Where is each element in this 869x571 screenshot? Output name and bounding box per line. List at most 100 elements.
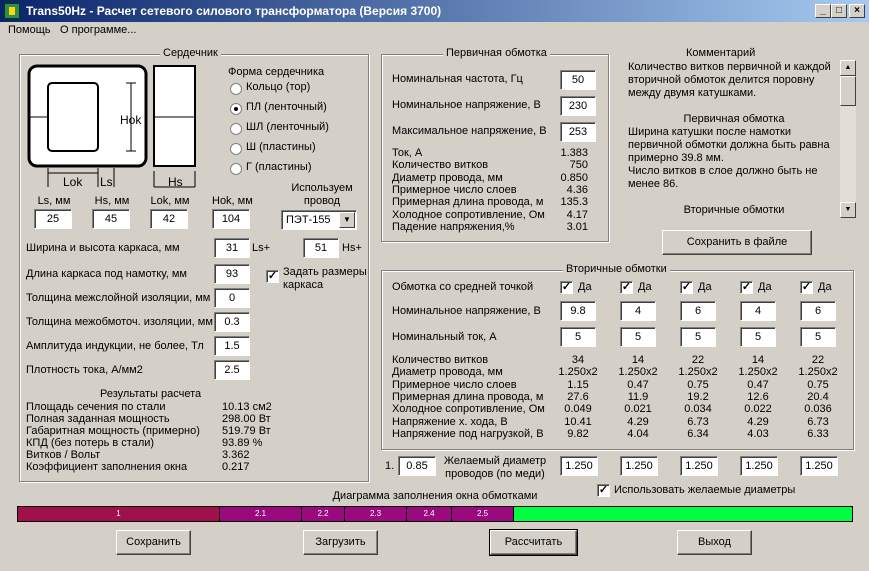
dimension-input[interactable]: 104 [212, 209, 250, 229]
shape-radio[interactable] [230, 103, 242, 115]
title-bar[interactable]: Trans50Hz - Расчет сетевого силового тра… [0, 0, 869, 22]
exit-button[interactable]: Выход [677, 530, 752, 555]
primary-result-label: Ток, А [392, 147, 423, 159]
param-input[interactable]: 1.5 [214, 336, 250, 356]
secondary-desired-diameter-input[interactable]: 1.250 [740, 456, 778, 476]
result-value: 519.79 Вт [222, 425, 271, 437]
secondary-voltage-label: Номинальное напряжение, В [392, 305, 541, 317]
secondary-result-value: 22 [811, 354, 825, 366]
calculate-button[interactable]: Рассчитать [489, 529, 578, 556]
center-tap-checkbox[interactable]: ✓ [680, 281, 693, 294]
frame-length-input[interactable]: 93 [214, 264, 250, 284]
secondary-voltage-input[interactable]: 6 [680, 301, 716, 321]
secondary-result-value: 0.47 [747, 378, 769, 391]
secondary-current-input[interactable]: 5 [740, 327, 776, 347]
secondary-result-label: Холодное сопротивление, Ом [392, 403, 545, 416]
secondary-voltage-input[interactable]: 9.8 [560, 301, 596, 321]
shape-radio[interactable] [230, 83, 242, 95]
secondary-result-label: Диаметр провода, мм [392, 366, 503, 379]
frame-height-input[interactable]: 51 [303, 238, 339, 258]
comment-scrollbar[interactable]: ▲ ▼ [840, 60, 856, 218]
secondary-current-input[interactable]: 5 [680, 327, 716, 347]
secondary-result-value: 4.04 [627, 427, 649, 440]
shape-radio[interactable] [230, 163, 242, 175]
wire-select[interactable]: ПЭТ-155 ▼ [281, 210, 357, 230]
secondary-desired-diameter-input[interactable]: 1.250 [680, 456, 718, 476]
fill-segment: 2.1 [220, 507, 302, 521]
close-button[interactable]: × [849, 4, 865, 18]
center-tap-checkbox[interactable]: ✓ [800, 281, 813, 294]
desired-prefix: 1. [385, 460, 395, 472]
param-input[interactable]: 0.3 [214, 312, 250, 332]
center-tap-checkbox[interactable]: ✓ [740, 281, 753, 294]
primary-input[interactable]: 253 [560, 122, 596, 142]
dimension-input[interactable]: 42 [150, 209, 188, 229]
load-button[interactable]: Загрузить [303, 530, 378, 555]
secondary-desired-diameter-input[interactable]: 1.250 [560, 456, 598, 476]
dimension-input[interactable]: 25 [34, 209, 72, 229]
scroll-up-icon[interactable]: ▲ [840, 60, 856, 76]
scroll-down-icon[interactable]: ▼ [840, 202, 856, 218]
frame-width-input[interactable]: 31 [214, 238, 250, 258]
shape-radio[interactable] [230, 123, 242, 135]
secondary-voltage-input[interactable]: 4 [740, 301, 776, 321]
scroll-thumb[interactable] [840, 76, 856, 106]
maximize-button[interactable]: □ [831, 4, 847, 18]
primary-input[interactable]: 50 [560, 70, 596, 90]
core-group-title: Сердечник [160, 47, 221, 59]
secondary-result-value: 1.250x2 [738, 366, 778, 379]
save-to-file-button[interactable]: Сохранить в файле [662, 230, 812, 255]
secondary-desired-diameter-input[interactable]: 1.250 [620, 456, 658, 476]
secondary-result-label: Напряжение х. хода, В [392, 415, 508, 428]
shape-label: Г (пластины) [246, 161, 312, 173]
center-tap-label: Обмотка со средней точкой [392, 281, 534, 293]
center-tap-checkbox[interactable]: ✓ [560, 281, 573, 294]
primary-result-value: 135.3 [560, 196, 588, 209]
shape-label: Кольцо (тор) [246, 81, 311, 93]
menu-help[interactable]: Помощь [8, 24, 51, 36]
primary-result-label: Падение напряжения,% [392, 220, 515, 233]
param-input[interactable]: 0 [214, 288, 250, 308]
frame-size-label: Ширина и высота каркаса, мм [26, 242, 180, 254]
secondary-current-input[interactable]: 5 [560, 327, 596, 347]
primary-desired-diameter-input[interactable]: 0.85 [398, 456, 436, 476]
secondary-result-value: 0.75 [687, 378, 709, 391]
chevron-down-icon[interactable]: ▼ [339, 212, 355, 228]
comment-line: первичной обмотки должна быть равна [628, 139, 830, 151]
minimize-button[interactable]: _ [815, 4, 831, 18]
secondary-voltage-input[interactable]: 6 [800, 301, 836, 321]
secondary-current-input[interactable]: 5 [620, 327, 656, 347]
frame-width-suffix: Ls+ [252, 242, 271, 254]
primary-result-value: 0.850 [560, 171, 588, 184]
comment-text-area[interactable]: Количество витков первичной и каждой втор… [626, 60, 858, 218]
primary-result-label: Количество витков [392, 159, 489, 172]
primary-result-value: 750 [569, 159, 588, 172]
param-input[interactable]: 2.5 [214, 360, 250, 380]
window-title: Trans50Hz - Расчет сетевого силового тра… [26, 4, 442, 18]
result-label: Коэффициент заполнения окна [26, 461, 188, 473]
frame-height-suffix: Hs+ [342, 242, 362, 254]
secondary-result-value: 1.250x2 [618, 366, 658, 379]
menu-about[interactable]: О программе... [60, 24, 136, 36]
dimension-input[interactable]: 45 [92, 209, 130, 229]
secondary-result-value: 9.82 [567, 427, 589, 440]
desired-label-line2: проводов (по меди) [445, 468, 545, 480]
diagram-label-hok: Hok [120, 113, 142, 127]
secondary-desired-diameter-input[interactable]: 1.250 [800, 456, 838, 476]
shape-title: Форма сердечника [228, 66, 325, 78]
primary-input[interactable]: 230 [560, 96, 596, 116]
secondary-voltage-input[interactable]: 4 [620, 301, 656, 321]
shape-radio[interactable] [230, 143, 242, 155]
comment-line: Первичная обмотка [683, 113, 785, 125]
result-label: КПД (без потерь в стали) [26, 437, 155, 449]
secondary-current-input[interactable]: 5 [800, 327, 836, 347]
result-label: Полная заданная мощность [26, 413, 170, 425]
center-tap-checkbox[interactable]: ✓ [620, 281, 633, 294]
secondary-result-value: 1.250x2 [678, 366, 718, 379]
center-tap-yes-label: Да [758, 281, 772, 293]
set-frame-checkbox[interactable]: ✓ [266, 270, 279, 283]
secondary-result-value: 1.15 [567, 378, 589, 391]
secondary-result-value: 0.47 [627, 378, 649, 391]
primary-result-value: 4.17 [566, 208, 588, 221]
save-button[interactable]: Сохранить [116, 530, 191, 555]
